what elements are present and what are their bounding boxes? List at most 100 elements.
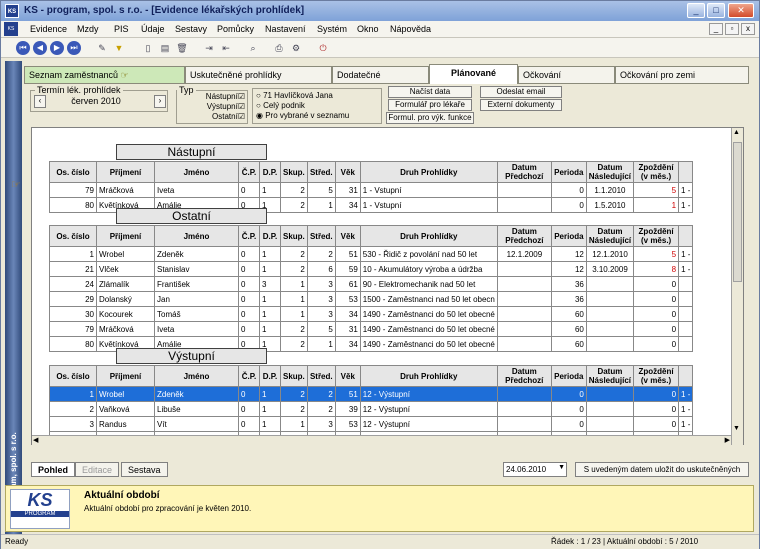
column-header[interactable]: Jméno [154,161,239,183]
column-header[interactable]: Datum Následující [585,365,635,387]
column-header[interactable]: Druh Prohlídky [359,225,498,247]
type-vystupni[interactable]: Výstupní☑ [207,102,245,111]
next-record-icon[interactable]: ▶ [50,41,64,55]
column-header[interactable]: Střed. [306,365,336,387]
column-header[interactable]: Skup. [280,225,308,247]
form-doctor-button[interactable]: Formulář pro lékaře [388,99,472,111]
chevron-down-icon[interactable]: ▼ [558,464,565,471]
table-row[interactable]: 1 Wrobel Zdeněk 0 1 2 2 51 12 - Výstupní 0 0 1 - [49,386,694,402]
column-header[interactable]: D.P. [259,225,281,247]
delete-icon[interactable]: 🗑 [175,41,189,55]
menu-okno[interactable]: Okno [357,24,379,34]
column-header[interactable]: Příjmení [96,365,155,387]
column-header[interactable]: Os. číslo [49,365,97,387]
next-month-button[interactable]: › [154,95,166,108]
table-row[interactable]: 79 Mráčková Iveta 0 1 2 5 31 1 - Vstupní 0 1.1.201… [49,182,694,198]
column-header[interactable]: Č.P. [238,225,260,247]
print-icon[interactable]: ⎙ [272,41,286,55]
table-row[interactable]: 79 Mráčková Iveta 0 1 2 5 31 1490 - Zaměstnanci … [49,321,694,337]
column-header[interactable]: Střed. [306,225,336,247]
form-function-button[interactable]: Formul. pro výk. funkce [386,112,474,124]
tab-uskutecnene[interactable]: Uskutečněné prohlídky [185,66,332,84]
table-row[interactable]: 24 Zlámalík František 0 3 1 3 61 90 - Elektromec… [49,276,694,292]
table-row[interactable]: 29 Dolanský Jan 0 1 1 3 53 1500 - Zaměstnanci na… [49,291,694,307]
menu-sestavy[interactable]: Sestavy [175,24,207,34]
column-header[interactable]: Věk [334,161,361,183]
column-header[interactable]: Skup. [280,161,308,183]
import-icon[interactable]: ⇥ [202,41,216,55]
date-picker[interactable]: 24.06.2010 ▼ [503,462,567,477]
column-header[interactable]: Druh Prohlídky [359,365,498,387]
mdi-minimize-button[interactable]: _ [709,23,723,35]
type-ostatni[interactable]: Ostatní☑ [212,112,245,121]
column-header[interactable]: Příjmení [96,161,155,183]
column-header[interactable]: Jméno [154,225,239,247]
radio-havlickova[interactable]: ○ 71 Havlíčková Jana [256,91,333,100]
export-icon[interactable]: ⇤ [219,41,233,55]
column-header[interactable]: D.P. [259,161,281,183]
tab-editace[interactable]: Editace [75,462,120,477]
horizontal-scrollbar[interactable]: ◀ ▶ [32,435,731,445]
table-row[interactable]: 21 Vlček Stanislav 0 1 2 6 59 10 - Akumulátory v… [49,261,694,277]
first-record-icon[interactable]: ⏮ [16,41,30,55]
column-header[interactable]: Jméno [154,365,239,387]
vertical-scrollbar[interactable]: ▲ ▼ [731,128,743,445]
menu-pis[interactable]: PIS [114,24,129,34]
column-header[interactable]: Datum Předchozí [496,365,552,387]
scroll-up-icon[interactable]: ▲ [733,129,740,136]
radio-cely-podnik[interactable]: ○ Celý podnik [256,101,305,110]
column-header[interactable]: Č.P. [238,365,260,387]
radio-vybrane[interactable]: ◉ Pro vybrané v seznamu [256,111,349,120]
tab-pohled[interactable]: Pohled [31,462,76,477]
menu-system[interactable]: Systém [317,24,347,34]
column-header[interactable]: Věk [334,225,361,247]
edit-doc-icon[interactable]: ▤ [158,41,172,55]
tab-sestava[interactable]: Sestava [121,462,168,477]
prev-record-icon[interactable]: ◀ [33,41,47,55]
scroll-down-icon[interactable]: ▼ [733,425,740,432]
exit-icon[interactable]: ⏻ [316,41,330,55]
column-header[interactable]: Zpoždění (v měs.) [633,365,680,387]
column-header[interactable]: Zpoždění (v měs.) [633,161,680,183]
tab-seznam[interactable]: Seznam zaměstnanců ☞ [24,66,185,84]
column-header[interactable]: Druh Prohlídky [359,161,498,183]
filter-icon[interactable]: ▼ [112,41,126,55]
column-header[interactable]: D.P. [259,365,281,387]
scroll-left-icon[interactable]: ◀ [33,436,38,444]
column-header[interactable]: Příjmení [96,225,155,247]
find-icon[interactable]: ⌕ [246,41,260,55]
load-data-button[interactable]: Načíst data [388,86,472,98]
new-doc-icon[interactable]: ▯ [141,41,155,55]
menu-nastaveni[interactable]: Nastavení [265,24,306,34]
table-row[interactable]: 3 Randus Vít 0 1 1 3 53 12 - Výstupní 0 0 1 - [49,416,694,432]
save-to-completed-button[interactable]: S uvedeným datem uložit do uskutečněných [575,462,749,477]
prev-month-button[interactable]: ‹ [34,95,46,108]
send-email-button[interactable]: Odeslat email [480,86,562,98]
term-value[interactable]: červen 2010 [51,96,141,106]
column-header[interactable]: Datum Předchozí [496,161,552,183]
column-header[interactable]: Datum Následující [585,161,635,183]
scroll-thumb[interactable] [733,142,742,282]
column-header[interactable]: Perioda [550,365,587,387]
table-row[interactable]: 30 Kocourek Tomáš 0 1 1 3 34 1490 - Zaměstnanci … [49,306,694,322]
column-header[interactable]: Č.P. [238,161,260,183]
external-docs-button[interactable]: Externí dokumenty [480,99,562,111]
menu-mzdy[interactable]: Mzdy [77,24,99,34]
tab-ockovani-zeme[interactable]: Očkování pro zemi [615,66,749,84]
menu-evidence[interactable]: Evidence [30,24,67,34]
column-header[interactable]: Perioda [550,161,587,183]
column-header[interactable] [678,225,694,247]
minimize-button[interactable]: _ [687,3,705,18]
table-row[interactable]: 1 Wrobel Zdeněk 0 1 2 2 51 530 - Řidič z povolán… [49,246,694,262]
column-header[interactable]: Skup. [280,365,308,387]
column-header[interactable]: Os. číslo [49,225,97,247]
menu-pomucky[interactable]: Pomůcky [217,24,254,34]
settings-icon[interactable]: ⚙ [289,41,303,55]
column-header[interactable] [678,365,694,387]
maximize-button[interactable]: □ [707,3,725,18]
mdi-close-button[interactable]: x [741,23,755,35]
edit-icon[interactable]: ✎ [95,41,109,55]
tab-planovane[interactable]: Plánované [429,64,518,85]
table-row[interactable]: 2 Vaňková Libuše 0 1 2 2 39 12 - Výstupní 0 0 1 - [49,401,694,417]
close-button[interactable]: ✕ [728,3,754,18]
